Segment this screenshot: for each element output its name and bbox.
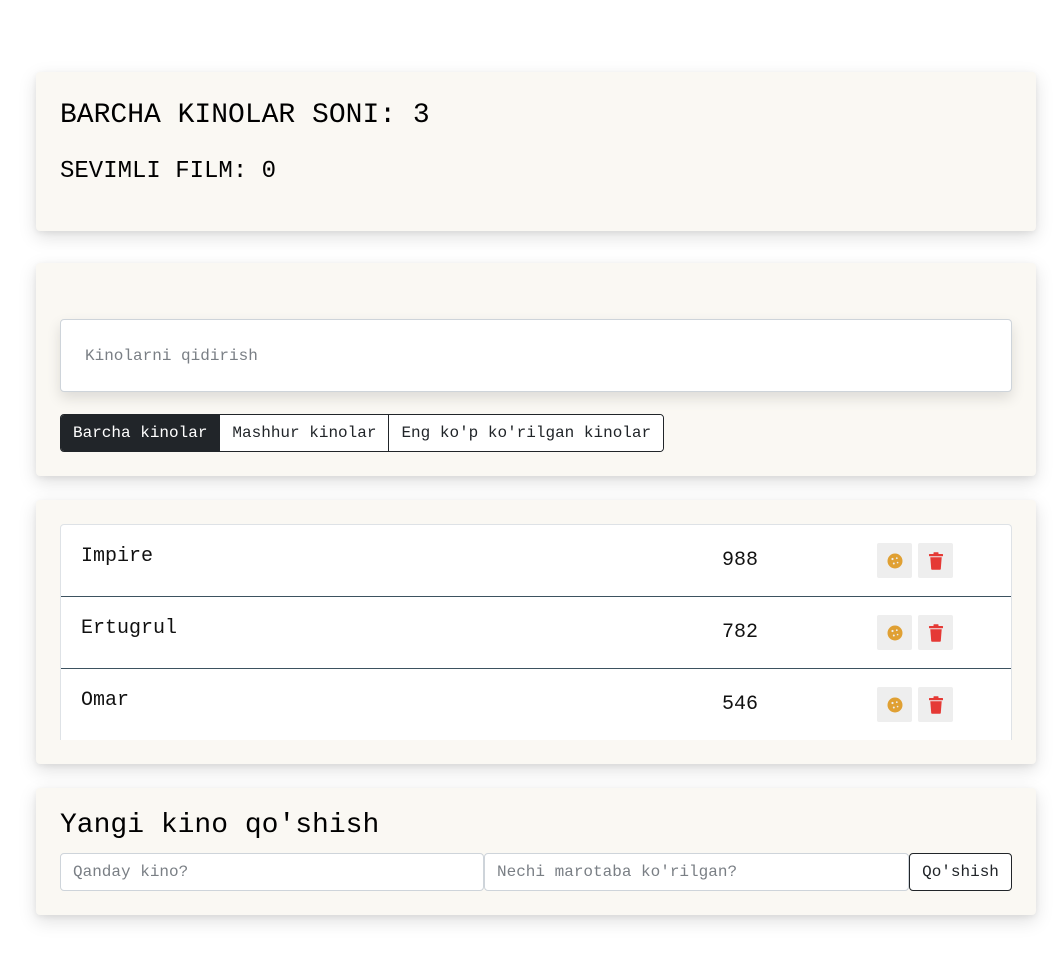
cookie-icon bbox=[887, 697, 902, 712]
filter-button-group: Barcha kinolar Mashhur kinolar Eng ko'p … bbox=[60, 414, 665, 452]
stats-card: BARCHA KINOLAR SONI: 3 SEVIMLI FILM: 0 bbox=[36, 72, 1036, 231]
movie-list-item: Impire 988 bbox=[61, 525, 1011, 597]
delete-button[interactable] bbox=[918, 615, 953, 650]
movie-views-count: 782 bbox=[722, 621, 759, 644]
total-movies-count: BARCHA KINOLAR SONI: 3 bbox=[60, 100, 430, 131]
movie-views-count: 988 bbox=[722, 549, 759, 572]
favorite-button[interactable] bbox=[877, 687, 912, 722]
movie-name[interactable]: Omar bbox=[81, 689, 129, 712]
movie-views-count: 546 bbox=[722, 693, 759, 716]
favorite-button[interactable] bbox=[877, 543, 912, 578]
search-panel: Barcha kinolar Mashhur kinolar Eng ko'p … bbox=[36, 263, 1036, 476]
filter-most-viewed-button[interactable]: Eng ko'p ko'rilgan kinolar bbox=[388, 415, 664, 451]
movie-list-item: Omar 546 bbox=[61, 669, 1011, 740]
cookie-icon bbox=[887, 553, 902, 568]
favorite-movies-count: SEVIMLI FILM: 0 bbox=[60, 158, 277, 185]
movie-list-card: Impire 988 Ertugrul 782 Omar 546 bbox=[36, 500, 1036, 764]
movie-list: Impire 988 Ertugrul 782 Omar 546 bbox=[60, 524, 1012, 740]
movie-name-input[interactable] bbox=[60, 853, 484, 891]
filter-all-button[interactable]: Barcha kinolar bbox=[61, 415, 220, 451]
cookie-icon bbox=[887, 625, 902, 640]
filter-popular-button[interactable]: Mashhur kinolar bbox=[219, 415, 389, 451]
favorite-button[interactable] bbox=[877, 615, 912, 650]
trash-icon bbox=[928, 623, 943, 642]
trash-icon bbox=[928, 551, 943, 570]
movie-name[interactable]: Ertugrul bbox=[81, 617, 177, 640]
delete-button[interactable] bbox=[918, 687, 953, 722]
movie-views-input[interactable] bbox=[484, 853, 909, 891]
add-movie-button[interactable]: Qo'shish bbox=[909, 853, 1012, 891]
search-input[interactable] bbox=[60, 319, 1012, 392]
add-movie-form: Yangi kino qo'shish Qo'shish bbox=[36, 788, 1036, 915]
trash-icon bbox=[928, 695, 943, 714]
add-movie-title: Yangi kino qo'shish bbox=[60, 810, 380, 841]
delete-button[interactable] bbox=[918, 543, 953, 578]
movie-name[interactable]: Impire bbox=[81, 545, 153, 568]
movie-list-item: Ertugrul 782 bbox=[61, 597, 1011, 669]
